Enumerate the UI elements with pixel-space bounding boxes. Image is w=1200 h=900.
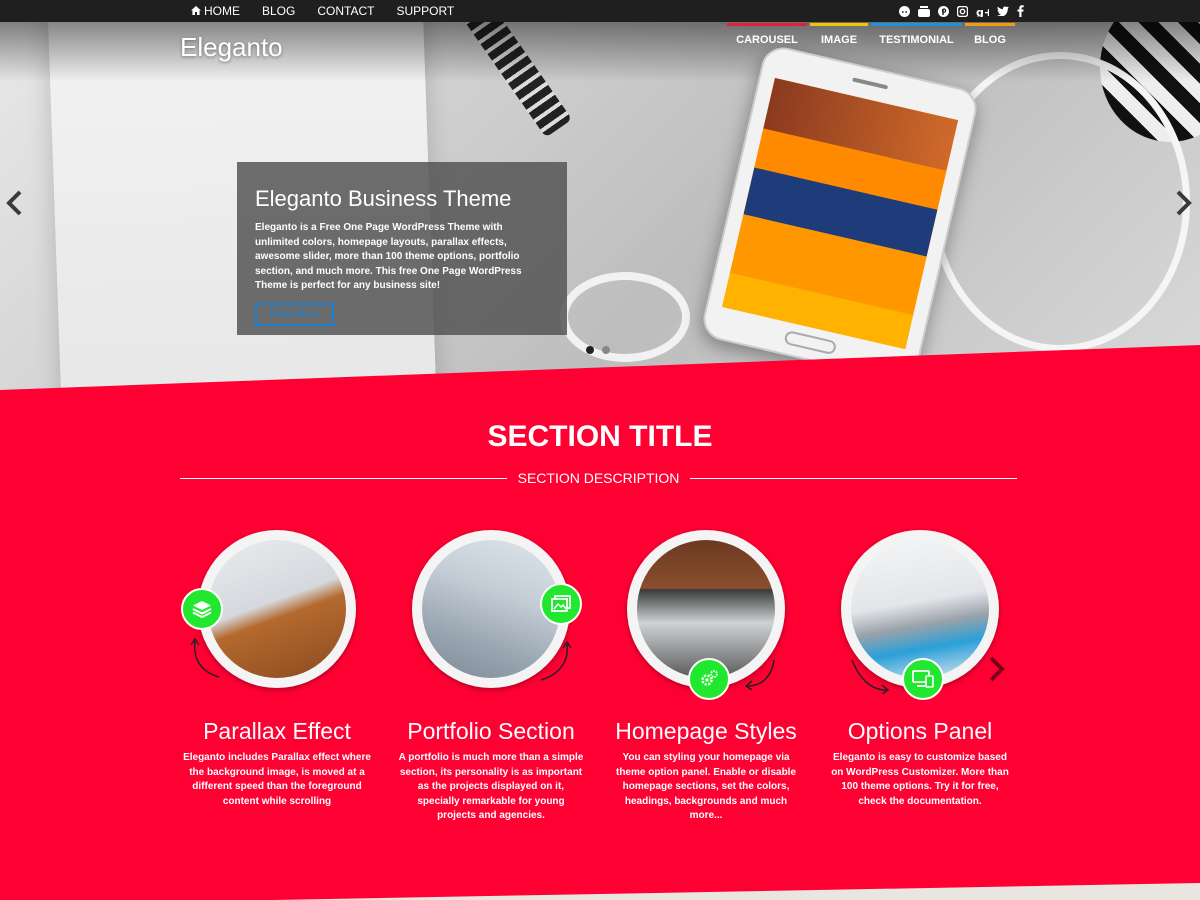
feature-title: Options Panel <box>847 718 993 744</box>
reddit-icon[interactable] <box>899 5 910 17</box>
top-nav-contact[interactable]: CONTACT <box>317 4 374 18</box>
main-nav-label: IMAGE <box>820 34 858 46</box>
feature-parallax: Parallax Effect Eleganto includes Parall… <box>177 530 377 809</box>
phone-home-button <box>783 329 838 356</box>
youtube-icon[interactable] <box>918 5 930 17</box>
nav-color-bar <box>871 23 962 26</box>
phone-screen <box>722 77 959 350</box>
feature-title: Portfolio Section <box>407 718 575 744</box>
features-next-arrow[interactable] <box>988 655 1006 690</box>
section-description: SECTION DESCRIPTION <box>517 470 680 486</box>
top-nav: HOME BLOG CONTACT SUPPORT <box>191 0 476 22</box>
feature-text: Eleganto includes Parallax effect where … <box>183 752 371 807</box>
top-nav-support[interactable]: SUPPORT <box>396 4 454 18</box>
layers-icon <box>181 588 223 630</box>
facebook-icon[interactable] <box>1017 5 1024 17</box>
instagram-icon[interactable] <box>957 5 968 17</box>
main-nav-blog[interactable]: BLOG <box>965 23 1015 46</box>
main-nav-label: TESTIMONIAL <box>879 34 954 46</box>
hero-slider <box>0 22 1200 390</box>
curved-arrow-icon <box>190 637 220 678</box>
top-nav-blog[interactable]: BLOG <box>262 4 295 18</box>
main-nav: CAROUSEL IMAGE TESTIMONIAL BLOG <box>727 23 1015 46</box>
section-description-row: SECTION DESCRIPTION <box>180 468 1018 488</box>
slider-dots <box>586 346 610 354</box>
section-title: SECTION TITLE <box>487 420 713 453</box>
feature-image <box>208 540 346 678</box>
hero-phone-image <box>699 43 981 385</box>
divider-line <box>690 477 1018 479</box>
phone-speaker <box>852 77 889 90</box>
main-nav-label: CAROUSEL <box>736 34 798 46</box>
nav-color-bar <box>810 23 868 26</box>
social-links: g+ <box>899 0 1024 22</box>
images-icon <box>540 583 582 625</box>
nav-color-bar <box>727 23 807 26</box>
home-icon <box>191 4 201 18</box>
slider-prev-arrow[interactable] <box>6 190 22 224</box>
google-plus-icon[interactable]: g+ <box>976 6 989 17</box>
slider-caption: Eleganto Business Theme Eleganto is a Fr… <box>237 162 567 335</box>
twitter-icon[interactable] <box>997 6 1009 16</box>
pinterest-icon[interactable] <box>938 5 949 17</box>
feature-text: You can styling your homepage via theme … <box>615 752 797 822</box>
slider-next-arrow[interactable] <box>1176 190 1192 224</box>
read-more-button[interactable]: Read More <box>255 302 334 326</box>
divider-line <box>180 477 507 479</box>
devices-icon <box>902 658 944 700</box>
site-logo[interactable]: Eleganto <box>180 32 283 63</box>
feature-title: Homepage Styles <box>615 718 797 744</box>
main-nav-image[interactable]: IMAGE <box>810 23 868 46</box>
feature-title: Parallax Effect <box>203 718 351 744</box>
slider-dot[interactable] <box>586 346 594 354</box>
main-nav-label: BLOG <box>974 34 1006 46</box>
curved-arrow-icon <box>744 659 775 690</box>
feature-homepage-styles: Homepage Styles You can styling your hom… <box>606 530 806 824</box>
slider-title: Eleganto Business Theme <box>255 186 512 211</box>
gears-icon <box>688 658 730 700</box>
nav-color-bar <box>965 23 1015 26</box>
slider-dot[interactable] <box>602 346 610 354</box>
hero-earphone-cable <box>560 272 690 362</box>
feature-text: A portfolio is much more than a simple s… <box>398 752 584 822</box>
top-nav-home[interactable]: HOME <box>191 4 240 18</box>
feature-portfolio: Portfolio Section A portfolio is much mo… <box>391 530 591 824</box>
curved-arrow-icon <box>851 659 890 694</box>
top-nav-label: HOME <box>204 4 240 18</box>
main-nav-carousel[interactable]: CAROUSEL <box>727 23 807 46</box>
feature-text: Eleganto is easy to customize based on W… <box>831 752 1009 807</box>
top-bar: HOME BLOG CONTACT SUPPORT g+ <box>0 0 1200 22</box>
curved-arrow-icon <box>540 640 572 681</box>
svg-text:g+: g+ <box>976 6 989 17</box>
slider-text: Eleganto is a Free One Page WordPress Th… <box>255 222 522 291</box>
main-nav-testimonial[interactable]: TESTIMONIAL <box>871 23 962 46</box>
